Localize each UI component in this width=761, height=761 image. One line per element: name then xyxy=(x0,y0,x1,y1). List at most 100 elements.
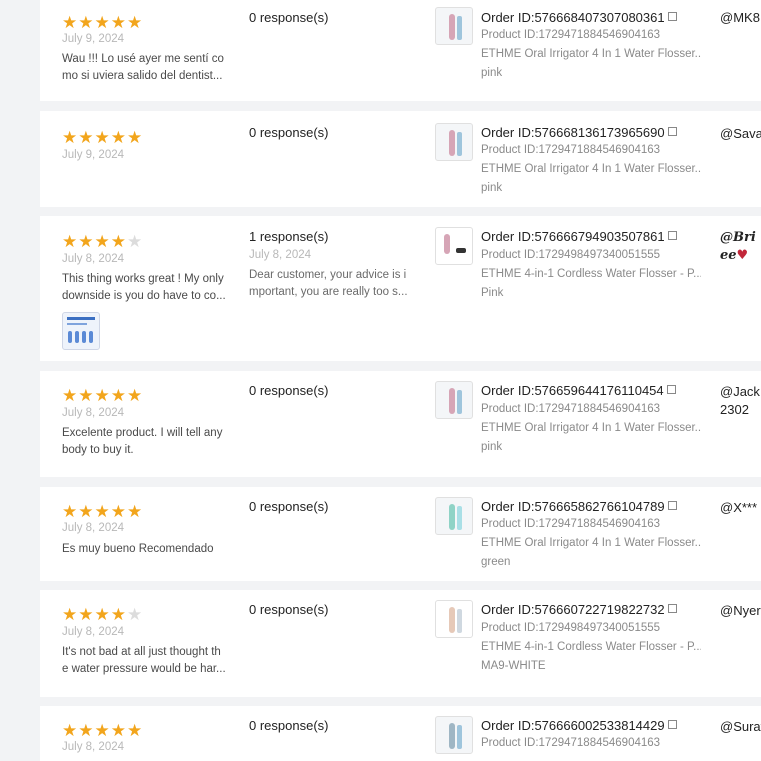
review-date: July 8, 2024 xyxy=(62,626,125,638)
product-id: Product ID:1729471884546904163 xyxy=(481,29,661,41)
product-variant: Pink xyxy=(481,287,504,299)
product-thumbnail[interactable] xyxy=(435,7,473,45)
rating-stars: ★★★★★ xyxy=(62,503,143,521)
review-card: ★★★★★ July 8, 2024 0 response(s) Order I… xyxy=(40,706,761,761)
rating-stars: ★★★★★ xyxy=(62,233,143,251)
star-icon: ★ xyxy=(78,128,95,147)
product-id: Product ID:1729471884546904163 xyxy=(481,144,661,156)
star-icon: ★ xyxy=(127,502,144,521)
review-text[interactable]: Excelente product. I will tell any body … xyxy=(62,425,230,459)
response-count[interactable]: 1 response(s) xyxy=(249,229,328,244)
reviewer-username[interactable]: @Bri ee♥ xyxy=(720,229,756,265)
reviewer-username[interactable]: @MK8 xyxy=(720,9,760,27)
order-id[interactable]: Order ID:576660722719822732 xyxy=(481,602,677,617)
copy-icon[interactable] xyxy=(667,720,677,729)
product-thumbnail[interactable] xyxy=(435,600,473,638)
response-text[interactable]: Dear customer, your advice is i mportant… xyxy=(249,267,417,301)
response-count[interactable]: 0 response(s) xyxy=(249,718,328,733)
review-card: ★★★★★ July 8, 2024 This thing works grea… xyxy=(40,216,761,361)
star-icon: ★ xyxy=(62,13,79,32)
response-count[interactable]: 0 response(s) xyxy=(249,10,328,25)
star-icon: ★ xyxy=(78,721,95,740)
product-id: Product ID:1729498497340051555 xyxy=(481,622,661,634)
rating-stars: ★★★★★ xyxy=(62,606,143,624)
review-text[interactable]: This thing works great ! My only downsid… xyxy=(62,271,230,305)
star-icon: ★ xyxy=(110,721,127,740)
rating-stars: ★★★★★ xyxy=(62,129,143,147)
review-text[interactable]: It's not bad at all just thought th e wa… xyxy=(62,644,230,678)
product-name[interactable]: ETHME Oral Irrigator 4 In 1 Water Flosse… xyxy=(481,48,701,60)
star-icon: ★ xyxy=(62,232,79,251)
reviewer-username[interactable]: @Surat xyxy=(720,718,761,736)
product-id: Product ID:1729498497340051555 xyxy=(481,249,661,261)
response-count[interactable]: 0 response(s) xyxy=(249,499,328,514)
order-id[interactable]: Order ID:576668136173965690 xyxy=(481,125,677,140)
review-text[interactable]: Es muy bueno Recomendado xyxy=(62,541,230,558)
product-name[interactable]: ETHME Oral Irrigator 4 In 1 Water Flosse… xyxy=(481,422,701,434)
star-icon: ★ xyxy=(110,232,127,251)
copy-icon[interactable] xyxy=(667,12,677,21)
star-icon: ★ xyxy=(94,128,111,147)
product-thumbnail[interactable] xyxy=(435,227,473,265)
product-name[interactable]: ETHME Oral Irrigator 4 In 1 Water Flosse… xyxy=(481,163,701,175)
rating-stars: ★★★★★ xyxy=(62,14,143,32)
star-icon: ★ xyxy=(62,128,79,147)
product-name[interactable]: ETHME Oral Irrigator 4 In 1 Water Flosse… xyxy=(481,537,701,549)
star-icon: ★ xyxy=(94,232,111,251)
review-text[interactable]: Wau !!! Lo usé ayer me sentí co mo si uv… xyxy=(62,51,230,85)
review-date: July 8, 2024 xyxy=(62,253,125,265)
product-variant: pink xyxy=(481,182,503,194)
heart-icon: ♥ xyxy=(736,248,749,263)
review-date: July 8, 2024 xyxy=(62,741,125,753)
star-icon: ★ xyxy=(127,128,144,147)
order-id[interactable]: Order ID:576666794903507861 xyxy=(481,229,677,244)
order-id[interactable]: Order ID:576668407307080361 xyxy=(481,10,677,25)
star-icon: ★ xyxy=(62,502,79,521)
product-thumbnail[interactable] xyxy=(435,123,473,161)
product-thumbnail[interactable] xyxy=(435,381,473,419)
review-image-thumbnail[interactable] xyxy=(62,312,100,350)
star-icon: ★ xyxy=(94,386,111,405)
star-icon: ★ xyxy=(110,386,127,405)
review-card: ★★★★★ July 8, 2024 Es muy bueno Recomend… xyxy=(40,487,761,581)
product-name[interactable]: ETHME 4-in-1 Cordless Water Flosser - P.… xyxy=(481,268,701,280)
response-count[interactable]: 0 response(s) xyxy=(249,125,328,140)
rating-stars: ★★★★★ xyxy=(62,387,143,405)
star-icon: ★ xyxy=(110,605,127,624)
reviewer-username[interactable]: @Nyer xyxy=(720,602,761,620)
copy-icon[interactable] xyxy=(667,604,677,613)
star-icon: ★ xyxy=(110,128,127,147)
order-id[interactable]: Order ID:576665862766104789 xyxy=(481,499,677,514)
star-icon: ★ xyxy=(94,605,111,624)
copy-icon[interactable] xyxy=(667,231,677,240)
reviewer-username[interactable]: @X*** xyxy=(720,499,757,517)
product-variant: pink xyxy=(481,441,503,453)
copy-icon[interactable] xyxy=(667,127,677,136)
response-count[interactable]: 0 response(s) xyxy=(249,602,328,617)
product-name[interactable]: ETHME 4-in-1 Cordless Water Flosser - P.… xyxy=(481,641,701,653)
response-count[interactable]: 0 response(s) xyxy=(249,383,328,398)
star-icon: ★ xyxy=(94,721,111,740)
reviewer-username[interactable]: @Sava xyxy=(720,125,761,143)
order-id[interactable]: Order ID:576666002533814429 xyxy=(481,718,677,733)
reviewer-username[interactable]: @Jack 2302 xyxy=(720,383,760,419)
star-icon: ★ xyxy=(78,232,95,251)
star-icon: ★ xyxy=(78,502,95,521)
star-icon: ★ xyxy=(110,13,127,32)
product-thumbnail[interactable] xyxy=(435,497,473,535)
star-icon: ★ xyxy=(127,605,144,624)
star-icon: ★ xyxy=(94,502,111,521)
star-icon: ★ xyxy=(127,721,144,740)
review-date: July 8, 2024 xyxy=(62,407,125,419)
copy-icon[interactable] xyxy=(666,385,676,394)
product-variant: MA9-WHITE xyxy=(481,660,546,672)
star-icon: ★ xyxy=(62,386,79,405)
order-id[interactable]: Order ID:576659644176110454 xyxy=(481,383,676,398)
copy-icon[interactable] xyxy=(667,501,677,510)
product-thumbnail[interactable] xyxy=(435,716,473,754)
star-icon: ★ xyxy=(94,13,111,32)
star-icon: ★ xyxy=(78,605,95,624)
rating-stars: ★★★★★ xyxy=(62,722,143,740)
product-variant: green xyxy=(481,556,511,568)
review-date: July 8, 2024 xyxy=(62,522,125,534)
